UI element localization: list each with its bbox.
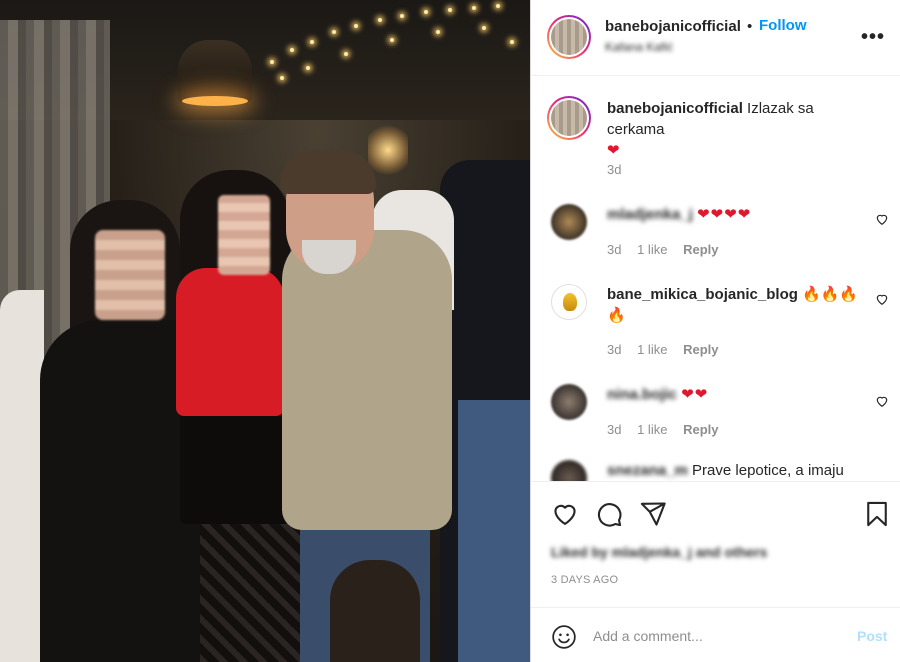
light-glow bbox=[368, 120, 408, 180]
comment-username[interactable]: nina.bojic bbox=[607, 386, 677, 403]
caption-time[interactable]: 3d bbox=[607, 162, 621, 177]
woman-center-skirt bbox=[180, 402, 290, 524]
commenter-avatar[interactable] bbox=[551, 284, 587, 320]
post-actions bbox=[531, 482, 900, 544]
edge-person bbox=[0, 290, 44, 662]
comment-text: snezana_m Prave lepotice, a imaju bbox=[607, 460, 867, 481]
comment-time[interactable]: 3d bbox=[607, 242, 621, 257]
smiley-icon[interactable] bbox=[551, 624, 577, 650]
comment-like-count[interactable]: 1 like bbox=[637, 342, 667, 357]
comment-time[interactable]: 3d bbox=[607, 342, 621, 357]
author-avatar[interactable] bbox=[547, 15, 591, 59]
commenter-avatar[interactable] bbox=[551, 384, 587, 420]
comment-body: Prave lepotice, a imaju bbox=[692, 462, 844, 479]
heart-emoji: ❤ bbox=[607, 142, 621, 159]
paper-plane-icon[interactable] bbox=[639, 500, 667, 528]
reply-button[interactable]: Reply bbox=[683, 242, 718, 257]
author-username[interactable]: banebojanicofficial bbox=[605, 18, 741, 35]
handbag bbox=[330, 560, 420, 662]
comment-username[interactable]: bane_mikica_bojanic_blog bbox=[607, 286, 798, 303]
comment-meta: 3d 1 like Reply bbox=[607, 242, 730, 257]
post-header: banebojanicofficial • Follow Kafana Kafi… bbox=[531, 0, 900, 76]
caption-username[interactable]: banebojanicofficial bbox=[607, 100, 743, 117]
commenter-avatar[interactable] bbox=[551, 460, 587, 481]
reply-button[interactable]: Reply bbox=[683, 422, 718, 437]
heart-outline-icon[interactable] bbox=[551, 500, 579, 528]
comment-input[interactable] bbox=[593, 618, 833, 654]
comment-meta: 3d 1 like Reply bbox=[607, 422, 730, 437]
comment-like-heart-icon[interactable] bbox=[875, 292, 889, 306]
bookmark-icon[interactable] bbox=[863, 500, 891, 528]
comment-text: nina.bojic ❤❤ bbox=[607, 384, 867, 405]
comment-username[interactable]: snezana_m bbox=[607, 462, 688, 479]
comment-time[interactable]: 3d bbox=[607, 422, 621, 437]
comment-like-count[interactable]: 1 like bbox=[637, 242, 667, 257]
caption-avatar[interactable] bbox=[547, 96, 591, 140]
follow-button[interactable]: Follow bbox=[759, 17, 807, 34]
man-shirt bbox=[282, 230, 452, 530]
post-comment-button[interactable]: Post bbox=[857, 628, 887, 644]
more-options-icon[interactable]: ••• bbox=[861, 26, 885, 49]
comment-body: ❤❤ bbox=[681, 386, 709, 403]
woman-center-red-top bbox=[176, 268, 284, 416]
commenter-avatar[interactable] bbox=[551, 204, 587, 240]
reply-button[interactable]: Reply bbox=[683, 342, 718, 357]
add-comment-bar: Post bbox=[531, 607, 900, 662]
caption-text: banebojanicofficial Izlazak sa cerkama ❤ bbox=[607, 98, 867, 161]
string-lights bbox=[260, 0, 530, 90]
woman-center-face-blurred bbox=[218, 195, 270, 275]
man-hair bbox=[280, 150, 376, 194]
post-location[interactable]: Kafana Kafić bbox=[605, 40, 673, 54]
comment-bubble-icon[interactable] bbox=[595, 500, 623, 528]
comment-text: bane_mikica_bojanic_blog 🔥🔥🔥🔥 bbox=[607, 284, 867, 326]
comment-text: mladjenka_j ❤❤❤❤ bbox=[607, 204, 867, 225]
comments-list[interactable]: banebojanicofficial Izlazak sa cerkama ❤… bbox=[531, 76, 900, 482]
comment-body: ❤❤❤❤ bbox=[697, 206, 752, 223]
caption-meta: 3d bbox=[607, 162, 633, 177]
background-person-jeans bbox=[458, 400, 530, 662]
post-photo[interactable] bbox=[0, 0, 530, 662]
separator-dot: • bbox=[747, 18, 753, 35]
post-side-panel: banebojanicofficial • Follow Kafana Kafi… bbox=[530, 0, 900, 662]
comment-like-heart-icon[interactable] bbox=[875, 394, 889, 408]
comment-username[interactable]: mladjenka_j bbox=[607, 206, 693, 223]
comment-like-heart-icon[interactable] bbox=[875, 212, 889, 226]
post-date[interactable]: 3 DAYS AGO bbox=[551, 574, 618, 586]
pendant-lamp bbox=[178, 40, 252, 106]
comment-meta: 3d 1 like Reply bbox=[607, 342, 730, 357]
woman-left-face-blurred bbox=[95, 230, 165, 320]
likes-summary[interactable]: Liked by mladjenka_j and others bbox=[551, 544, 767, 560]
comment-like-count[interactable]: 1 like bbox=[637, 422, 667, 437]
